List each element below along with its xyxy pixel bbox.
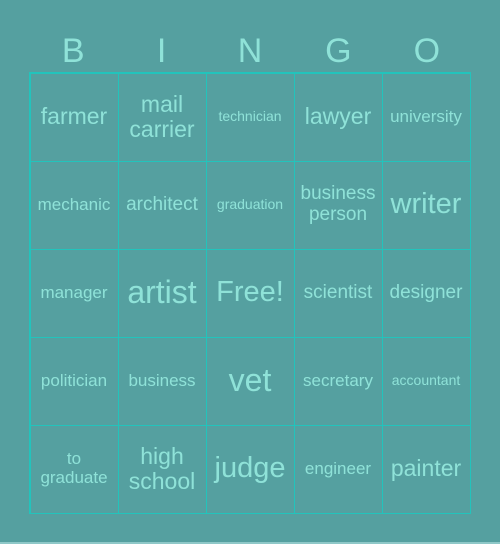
bingo-cell[interactable]: engineer: [293, 424, 383, 514]
bingo-card: farmer mail carrier technician lawyer un…: [29, 72, 471, 514]
bingo-cell[interactable]: judge: [205, 424, 295, 514]
bingo-cell[interactable]: university: [381, 72, 471, 162]
bingo-cell[interactable]: accountant: [381, 336, 471, 426]
bingo-cell[interactable]: architect: [117, 160, 207, 250]
bingo-cell[interactable]: politician: [29, 336, 119, 426]
bingo-cell[interactable]: business person: [293, 160, 383, 250]
header-letter-i: I: [156, 32, 167, 70]
bingo-cell[interactable]: vet: [205, 336, 295, 426]
bingo-cell[interactable]: high school: [117, 424, 207, 514]
header-letter-n: N: [237, 32, 263, 70]
bingo-cell[interactable]: technician: [205, 72, 295, 162]
bingo-cell[interactable]: lawyer: [293, 72, 383, 162]
bingo-cell[interactable]: writer: [381, 160, 471, 250]
header-letter-o: O: [413, 32, 441, 70]
bingo-cell[interactable]: farmer: [29, 72, 119, 162]
bingo-header: B I N G O: [29, 30, 471, 72]
bingo-cell[interactable]: mechanic: [29, 160, 119, 250]
bingo-cell[interactable]: to graduate: [29, 424, 119, 514]
bingo-cell[interactable]: secretary: [293, 336, 383, 426]
bingo-cell[interactable]: business: [117, 336, 207, 426]
header-letter-g: G: [325, 32, 352, 70]
bingo-cell[interactable]: painter: [381, 424, 471, 514]
bingo-cell[interactable]: artist: [117, 248, 207, 338]
bingo-cell[interactable]: scientist: [293, 248, 383, 338]
bingo-cell[interactable]: designer: [381, 248, 471, 338]
bingo-cell[interactable]: manager: [29, 248, 119, 338]
free-space-cell[interactable]: Free!: [205, 248, 295, 338]
bingo-cell[interactable]: mail carrier: [117, 72, 207, 162]
header-letter-b: B: [61, 32, 85, 70]
bingo-cell[interactable]: graduation: [205, 160, 295, 250]
